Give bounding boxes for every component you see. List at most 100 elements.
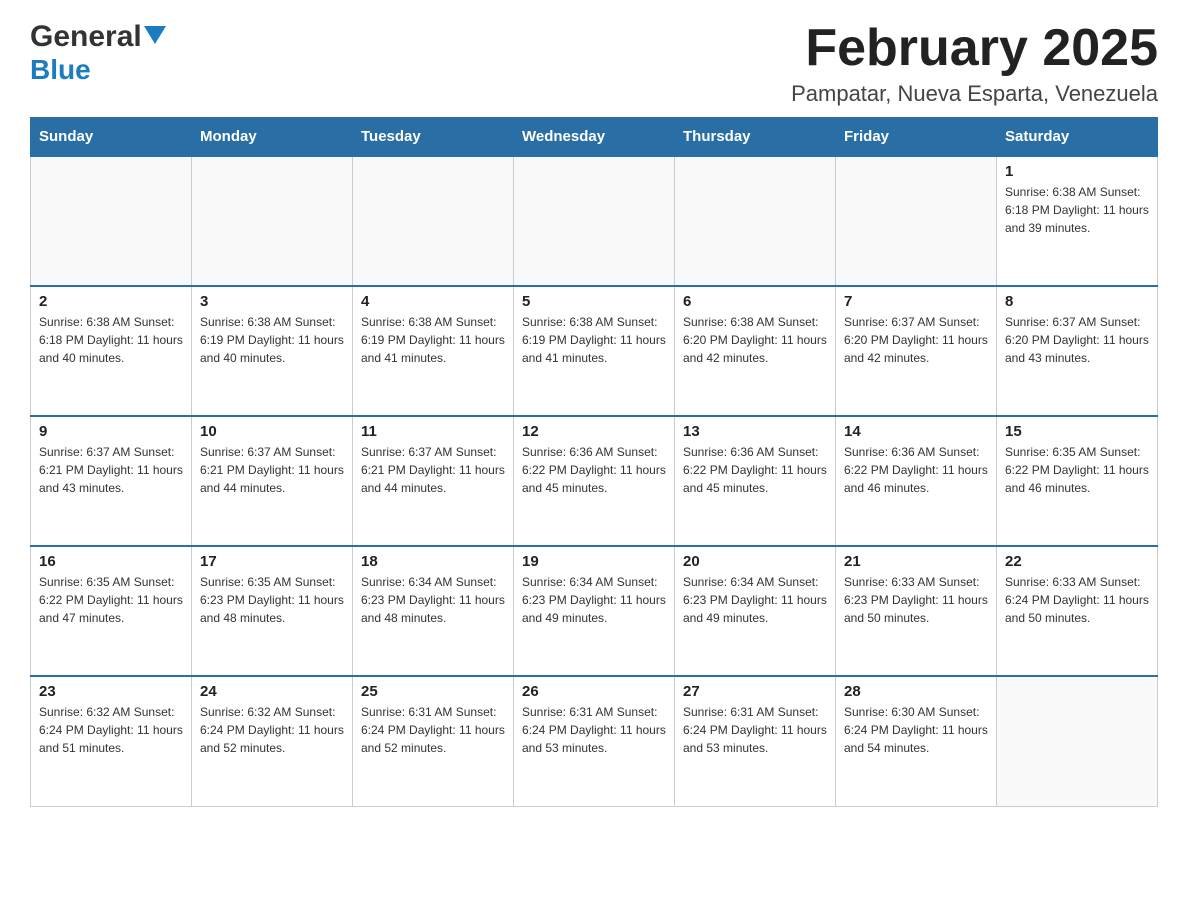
day-info: Sunrise: 6:33 AM Sunset: 6:24 PM Dayligh… (1005, 573, 1149, 627)
day-info: Sunrise: 6:38 AM Sunset: 6:19 PM Dayligh… (200, 313, 344, 367)
calendar-week-row: 23 Sunrise: 6:32 AM Sunset: 6:24 PM Dayli… (31, 676, 1158, 806)
day-info: Sunrise: 6:38 AM Sunset: 6:19 PM Dayligh… (522, 313, 666, 367)
table-row: 19 Sunrise: 6:34 AM Sunset: 6:23 PM Dayli… (514, 546, 675, 676)
col-monday: Monday (192, 118, 353, 157)
table-row (192, 156, 353, 286)
table-row: 9 Sunrise: 6:37 AM Sunset: 6:21 PM Daylig… (31, 416, 192, 546)
table-row: 2Sunrise: 6:38 AM Sunset: 6:18 PM Daylig… (31, 286, 192, 416)
col-wednesday: Wednesday (514, 118, 675, 157)
day-number: 12 (522, 423, 666, 440)
day-info: Sunrise: 6:35 AM Sunset: 6:23 PM Dayligh… (200, 573, 344, 627)
day-number: 10 (200, 423, 344, 440)
calendar-week-row: 9 Sunrise: 6:37 AM Sunset: 6:21 PM Daylig… (31, 416, 1158, 546)
calendar-week-row: 2Sunrise: 6:38 AM Sunset: 6:18 PM Daylig… (31, 286, 1158, 416)
day-info: Sunrise: 6:38 AM Sunset: 6:20 PM Dayligh… (683, 313, 827, 367)
day-number: 1 (1005, 163, 1149, 180)
table-row: 20Sunrise: 6:34 AM Sunset: 6:23 PM Dayli… (675, 546, 836, 676)
day-info: Sunrise: 6:32 AM Sunset: 6:24 PM Dayligh… (39, 703, 183, 757)
day-info: Sunrise: 6:34 AM Sunset: 6:23 PM Dayligh… (683, 573, 827, 627)
table-row: 12Sunrise: 6:36 AM Sunset: 6:22 PM Dayli… (514, 416, 675, 546)
day-number: 4 (361, 293, 505, 310)
day-info: Sunrise: 6:38 AM Sunset: 6:18 PM Dayligh… (39, 313, 183, 367)
table-row: 10 Sunrise: 6:37 AM Sunset: 6:21 PM Dayli… (192, 416, 353, 546)
day-number: 27 (683, 683, 827, 700)
day-number: 6 (683, 293, 827, 310)
day-info: Sunrise: 6:31 AM Sunset: 6:24 PM Dayligh… (683, 703, 827, 757)
calendar-week-row: 16 Sunrise: 6:35 AM Sunset: 6:22 PM Dayli… (31, 546, 1158, 676)
table-row: 14Sunrise: 6:36 AM Sunset: 6:22 PM Dayli… (836, 416, 997, 546)
table-row (514, 156, 675, 286)
location-title: Pampatar, Nueva Esparta, Venezuela (791, 81, 1158, 107)
day-info: Sunrise: 6:37 AM Sunset: 6:21 PM Dayligh… (361, 443, 505, 497)
table-row: 18 Sunrise: 6:34 AM Sunset: 6:23 PM Dayli… (353, 546, 514, 676)
table-row: 15Sunrise: 6:35 AM Sunset: 6:22 PM Dayli… (997, 416, 1158, 546)
day-number: 11 (361, 423, 505, 440)
table-row: 25 Sunrise: 6:31 AM Sunset: 6:24 PM Dayli… (353, 676, 514, 806)
day-info: Sunrise: 6:33 AM Sunset: 6:23 PM Dayligh… (844, 573, 988, 627)
day-info: Sunrise: 6:31 AM Sunset: 6:24 PM Dayligh… (361, 703, 505, 757)
table-row: 13 Sunrise: 6:36 AM Sunset: 6:22 PM Dayli… (675, 416, 836, 546)
logo-blue-text: Blue (30, 54, 91, 86)
calendar-table: Sunday Monday Tuesday Wednesday Thursday… (30, 117, 1158, 807)
table-row (31, 156, 192, 286)
day-number: 26 (522, 683, 666, 700)
day-number: 22 (1005, 553, 1149, 570)
day-info: Sunrise: 6:36 AM Sunset: 6:22 PM Dayligh… (683, 443, 827, 497)
logo: General Blue (30, 20, 166, 86)
day-info: Sunrise: 6:38 AM Sunset: 6:18 PM Dayligh… (1005, 183, 1149, 237)
table-row: 24Sunrise: 6:32 AM Sunset: 6:24 PM Dayli… (192, 676, 353, 806)
table-row (353, 156, 514, 286)
table-row: 4 Sunrise: 6:38 AM Sunset: 6:19 PM Daylig… (353, 286, 514, 416)
table-row: 6 Sunrise: 6:38 AM Sunset: 6:20 PM Daylig… (675, 286, 836, 416)
day-info: Sunrise: 6:37 AM Sunset: 6:20 PM Dayligh… (1005, 313, 1149, 367)
day-info: Sunrise: 6:34 AM Sunset: 6:23 PM Dayligh… (361, 573, 505, 627)
day-info: Sunrise: 6:37 AM Sunset: 6:21 PM Dayligh… (200, 443, 344, 497)
table-row: 28Sunrise: 6:30 AM Sunset: 6:24 PM Dayli… (836, 676, 997, 806)
table-row: 5 Sunrise: 6:38 AM Sunset: 6:19 PM Daylig… (514, 286, 675, 416)
day-number: 18 (361, 553, 505, 570)
col-thursday: Thursday (675, 118, 836, 157)
day-info: Sunrise: 6:32 AM Sunset: 6:24 PM Dayligh… (200, 703, 344, 757)
day-number: 16 (39, 553, 183, 570)
day-info: Sunrise: 6:37 AM Sunset: 6:20 PM Dayligh… (844, 313, 988, 367)
calendar-header-row: Sunday Monday Tuesday Wednesday Thursday… (31, 118, 1158, 157)
logo-general-text: General (30, 20, 142, 54)
table-row: 16 Sunrise: 6:35 AM Sunset: 6:22 PM Dayli… (31, 546, 192, 676)
table-row (836, 156, 997, 286)
day-info: Sunrise: 6:38 AM Sunset: 6:19 PM Dayligh… (361, 313, 505, 367)
table-row (675, 156, 836, 286)
day-info: Sunrise: 6:36 AM Sunset: 6:22 PM Dayligh… (844, 443, 988, 497)
logo-triangle-icon (144, 26, 166, 44)
day-number: 5 (522, 293, 666, 310)
table-row: 23 Sunrise: 6:32 AM Sunset: 6:24 PM Dayli… (31, 676, 192, 806)
day-info: Sunrise: 6:35 AM Sunset: 6:22 PM Dayligh… (1005, 443, 1149, 497)
day-info: Sunrise: 6:37 AM Sunset: 6:21 PM Dayligh… (39, 443, 183, 497)
day-number: 21 (844, 553, 988, 570)
day-number: 13 (683, 423, 827, 440)
day-number: 28 (844, 683, 988, 700)
table-row (997, 676, 1158, 806)
table-row: 27 Sunrise: 6:31 AM Sunset: 6:24 PM Dayli… (675, 676, 836, 806)
day-info: Sunrise: 6:35 AM Sunset: 6:22 PM Dayligh… (39, 573, 183, 627)
day-number: 17 (200, 553, 344, 570)
day-number: 19 (522, 553, 666, 570)
day-number: 7 (844, 293, 988, 310)
day-info: Sunrise: 6:31 AM Sunset: 6:24 PM Dayligh… (522, 703, 666, 757)
table-row: 17 Sunrise: 6:35 AM Sunset: 6:23 PM Dayli… (192, 546, 353, 676)
day-number: 9 (39, 423, 183, 440)
table-row: 1 Sunrise: 6:38 AM Sunset: 6:18 PM Daylig… (997, 156, 1158, 286)
col-tuesday: Tuesday (353, 118, 514, 157)
table-row: 22 Sunrise: 6:33 AM Sunset: 6:24 PM Dayli… (997, 546, 1158, 676)
col-friday: Friday (836, 118, 997, 157)
day-info: Sunrise: 6:34 AM Sunset: 6:23 PM Dayligh… (522, 573, 666, 627)
col-saturday: Saturday (997, 118, 1158, 157)
page-header: General Blue February 2025 Pampatar, Nue… (30, 20, 1158, 107)
day-number: 8 (1005, 293, 1149, 310)
month-title: February 2025 (791, 20, 1158, 77)
day-number: 25 (361, 683, 505, 700)
table-row: 3Sunrise: 6:38 AM Sunset: 6:19 PM Daylig… (192, 286, 353, 416)
table-row: 7 Sunrise: 6:37 AM Sunset: 6:20 PM Daylig… (836, 286, 997, 416)
title-block: February 2025 Pampatar, Nueva Esparta, V… (791, 20, 1158, 107)
day-number: 23 (39, 683, 183, 700)
table-row: 21 Sunrise: 6:33 AM Sunset: 6:23 PM Dayli… (836, 546, 997, 676)
